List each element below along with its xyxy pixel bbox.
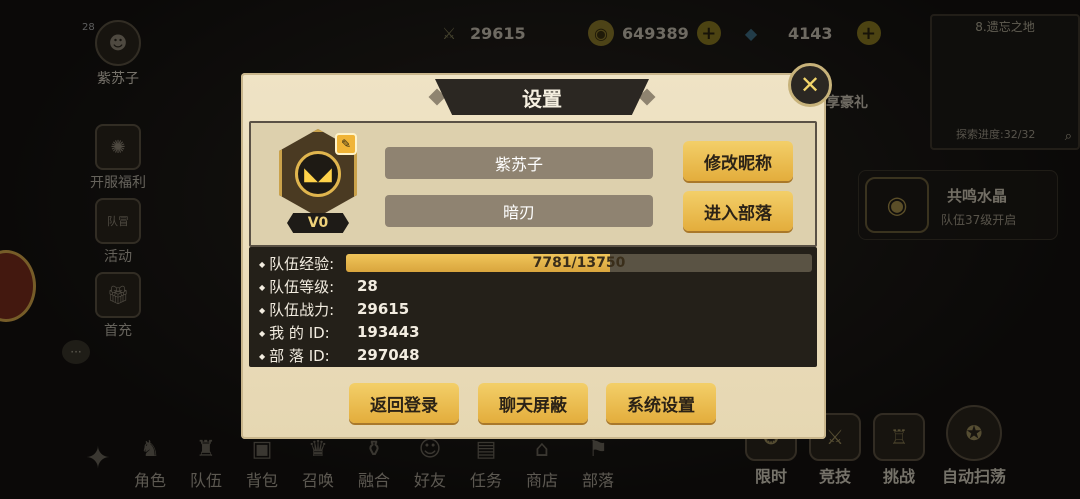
nickname-field: 紫苏子 <box>385 147 653 179</box>
tribe-id-row: 部 落 ID: 297048 <box>259 344 420 366</box>
power-label: 队伍战力: <box>259 299 351 320</box>
tribe-id-value: 297048 <box>357 346 420 364</box>
system-settings-button[interactable]: 系统设置 <box>606 383 716 423</box>
exp-progress-bar: 7781/13750 <box>346 254 812 272</box>
tribe-id-label: 部 落 ID: <box>259 345 351 366</box>
dialog-title: 设置 <box>435 79 649 115</box>
tribe-name-field: 暗刃 <box>385 195 653 227</box>
chat-block-button[interactable]: 聊天屏蔽 <box>478 383 588 423</box>
team-stats-panel: 队伍经验: 7781/13750 队伍等级: 28 队伍战力: 29615 我 … <box>249 247 817 367</box>
vip-badge: V0 <box>287 213 349 233</box>
logout-button[interactable]: 返回登录 <box>349 383 459 423</box>
exp-label: 队伍经验: <box>259 253 351 274</box>
enter-tribe-button[interactable]: 进入部落 <box>683 191 793 231</box>
level-label: 队伍等级: <box>259 276 351 297</box>
level-value: 28 <box>357 277 378 295</box>
power-row: 队伍战力: 29615 <box>259 298 409 320</box>
settings-dialog: 设置 ✕ ◣◢ V0 ✎ 紫苏子 暗刃 修改昵称 进入部落 队伍经验: 7781… <box>241 63 832 439</box>
power-stat-value: 29615 <box>357 300 410 318</box>
exp-row: 队伍经验: <box>259 252 351 274</box>
profile-panel: ◣◢ V0 ✎ 紫苏子 暗刃 修改昵称 进入部落 <box>249 121 817 247</box>
edit-avatar-icon[interactable]: ✎ <box>335 133 357 155</box>
rename-button[interactable]: 修改昵称 <box>683 141 793 181</box>
exp-progress-text: 7781/13750 <box>532 255 626 271</box>
character-portrait-icon: ◣◢ <box>295 151 341 197</box>
player-id-row: 我 的 ID: 193443 <box>259 321 420 343</box>
level-row: 队伍等级: 28 <box>259 275 378 297</box>
player-avatar[interactable]: ◣◢ V0 ✎ <box>275 129 361 239</box>
player-id-label: 我 的 ID: <box>259 322 351 343</box>
close-icon[interactable]: ✕ <box>788 63 832 107</box>
player-id-value: 193443 <box>357 323 420 341</box>
